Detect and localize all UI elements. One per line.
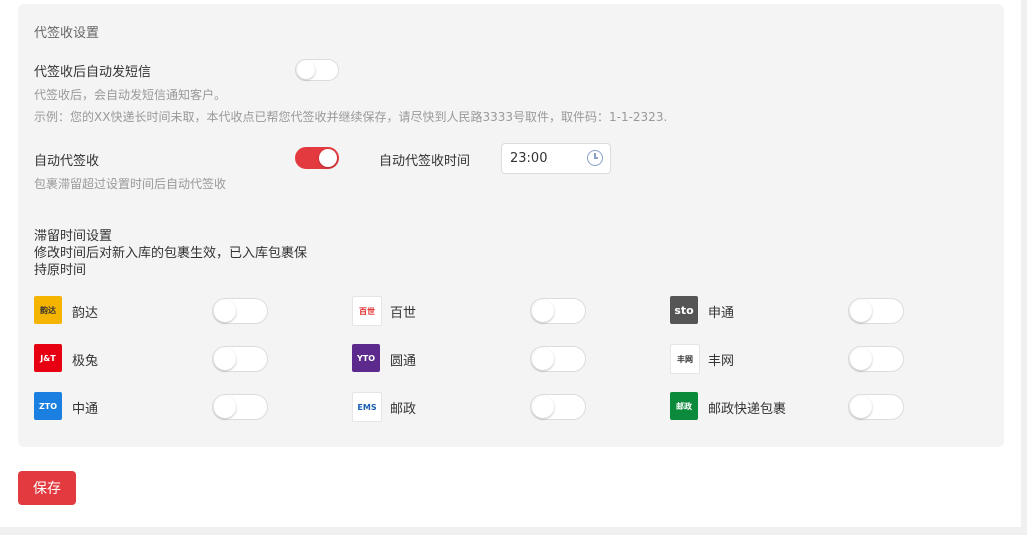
toggle-knob — [319, 149, 337, 167]
logo-text: ZTO — [38, 401, 58, 411]
toggle-knob — [532, 348, 554, 370]
section-title: 代签收设置 — [34, 26, 100, 41]
logo-text: YTO — [356, 353, 376, 363]
logo-text: J&T — [40, 353, 56, 363]
auto-sign-time-label: 自动代签收时间 — [379, 154, 471, 169]
jitu-logo-icon: J&T — [34, 344, 62, 372]
sto-logo-icon: sto — [670, 296, 698, 324]
courier-toggle-ems[interactable] — [530, 394, 586, 420]
auto-sign-toggle[interactable] — [295, 147, 339, 169]
courier-toggle-yto[interactable] — [530, 346, 586, 372]
sms-label: 代签收后自动发短信 — [34, 65, 152, 80]
logo-text: 邮政 — [676, 401, 692, 411]
courier-name: 圆通 — [390, 354, 417, 369]
save-button[interactable]: 保存 — [18, 471, 76, 505]
courier-name: 邮政快递包裹 — [708, 402, 787, 417]
courier-name: 邮政 — [390, 402, 417, 417]
yunda-logo-icon: 韵达 — [34, 296, 62, 324]
toggle-knob — [850, 396, 872, 418]
logo-text: sto — [674, 303, 694, 317]
toggle-knob — [532, 396, 554, 418]
sms-toggle[interactable] — [295, 59, 339, 81]
toggle-knob — [214, 300, 236, 322]
courier-name: 韵达 — [72, 306, 99, 321]
toggle-knob — [297, 61, 315, 79]
time-value: 23:00 — [510, 151, 548, 166]
zto-logo-icon: ZTO — [34, 392, 62, 420]
logo-text: 韵达 — [40, 305, 56, 315]
right-scroll-edge — [1021, 0, 1027, 535]
settings-panel: 代签收设置 代签收后自动发短信 代签收后，会自动发短信通知客户。 示例：您的XX… — [18, 4, 1004, 447]
courier-name: 丰网 — [708, 354, 735, 369]
toggle-knob — [850, 300, 872, 322]
courier-toggle-post[interactable] — [848, 394, 904, 420]
bottom-edge — [0, 527, 1027, 535]
logo-text: EMS — [357, 402, 377, 412]
courier-toggle-jitu[interactable] — [212, 346, 268, 372]
courier-toggle-yunda[interactable] — [212, 298, 268, 324]
post-logo-icon: 邮政 — [670, 392, 698, 420]
courier-toggle-fengwang[interactable] — [848, 346, 904, 372]
auto-sign-label: 自动代签收 — [34, 154, 100, 169]
toggle-knob — [214, 396, 236, 418]
ems-logo-icon: EMS — [352, 392, 382, 422]
logo-text: 丰网 — [677, 354, 693, 364]
retention-desc-line2: 持原时间 — [34, 263, 87, 278]
courier-name: 中通 — [72, 402, 99, 417]
courier-toggle-baishi[interactable] — [530, 298, 586, 324]
yto-logo-icon: YTO — [352, 344, 380, 372]
auto-sign-desc: 包裹滞留超过设置时间后自动代签收 — [34, 177, 227, 191]
sms-desc-2: 示例：您的XX快递长时间未取，本代收点已帮您代签收并继续保存，请尽快到人民路33… — [34, 110, 668, 124]
logo-text: 百世 — [359, 306, 375, 316]
courier-toggle-sto[interactable] — [848, 298, 904, 324]
courier-name: 极兔 — [72, 354, 99, 369]
fengwang-logo-icon: 丰网 — [670, 344, 700, 374]
toggle-knob — [850, 348, 872, 370]
courier-toggle-zto[interactable] — [212, 394, 268, 420]
clock-icon[interactable] — [587, 150, 603, 166]
auto-sign-time-input[interactable]: 23:00 — [501, 143, 611, 174]
courier-name: 申通 — [708, 306, 735, 321]
baishi-logo-icon: 百世 — [352, 296, 382, 326]
toggle-knob — [532, 300, 554, 322]
toggle-knob — [214, 348, 236, 370]
sms-desc-1: 代签收后，会自动发短信通知客户。 — [34, 88, 227, 102]
courier-name: 百世 — [390, 306, 417, 321]
